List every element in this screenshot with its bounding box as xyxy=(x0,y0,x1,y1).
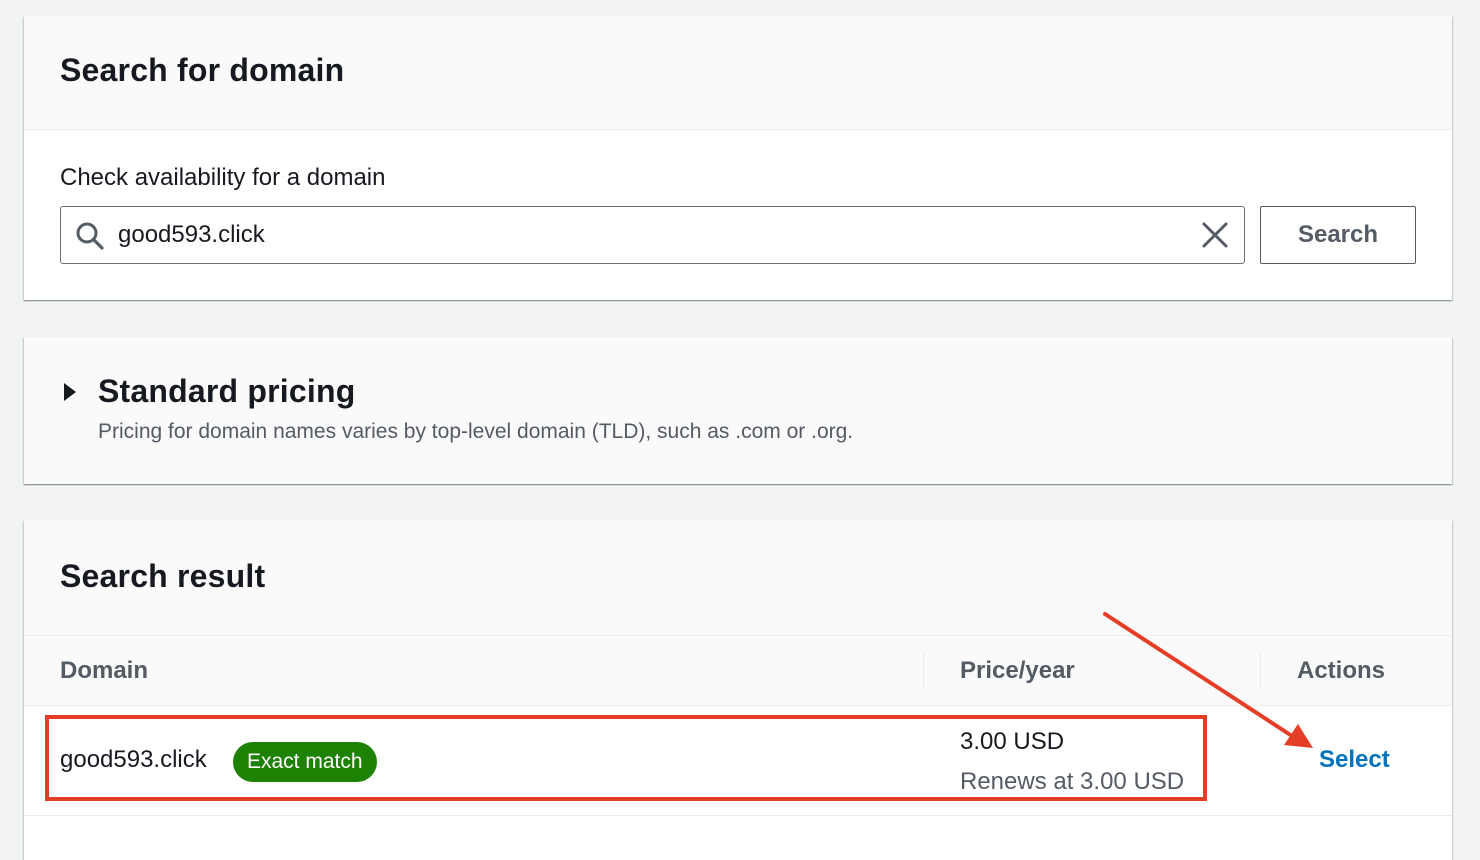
annotation-highlight-box xyxy=(45,715,1207,801)
search-domain-panel: Search for domain Check availability for… xyxy=(24,16,1452,300)
search-button[interactable]: Search xyxy=(1260,206,1416,264)
standard-pricing-panel[interactable]: Standard pricing Pricing for domain name… xyxy=(24,337,1452,484)
column-header-price: Price/year xyxy=(960,657,1075,684)
search-domain-title: Search for domain xyxy=(60,52,345,88)
search-domain-header: Search for domain xyxy=(24,16,1452,130)
caret-right-icon[interactable] xyxy=(62,381,78,408)
column-divider xyxy=(923,652,924,690)
search-icon xyxy=(75,221,105,256)
select-button[interactable]: Select xyxy=(1319,746,1390,774)
column-header-domain: Domain xyxy=(60,657,149,684)
standard-pricing-title[interactable]: Standard pricing xyxy=(98,373,355,410)
clear-icon[interactable] xyxy=(1200,220,1230,255)
search-result-header: Search result xyxy=(24,520,1452,636)
standard-pricing-description: Pricing for domain names varies by top-l… xyxy=(98,420,854,443)
domain-search-value[interactable]: good593.click xyxy=(118,221,265,249)
search-result-title: Search result xyxy=(60,558,266,594)
domain-field-label: Check availability for a domain xyxy=(60,164,386,191)
result-table-header: Domain Price/year Actions xyxy=(24,636,1452,706)
column-divider xyxy=(1260,652,1261,690)
domain-search-input[interactable]: good593.click xyxy=(60,206,1245,264)
column-header-actions: Actions xyxy=(1297,657,1386,684)
search-result-panel: Search result Domain Price/year Actions … xyxy=(24,520,1452,860)
